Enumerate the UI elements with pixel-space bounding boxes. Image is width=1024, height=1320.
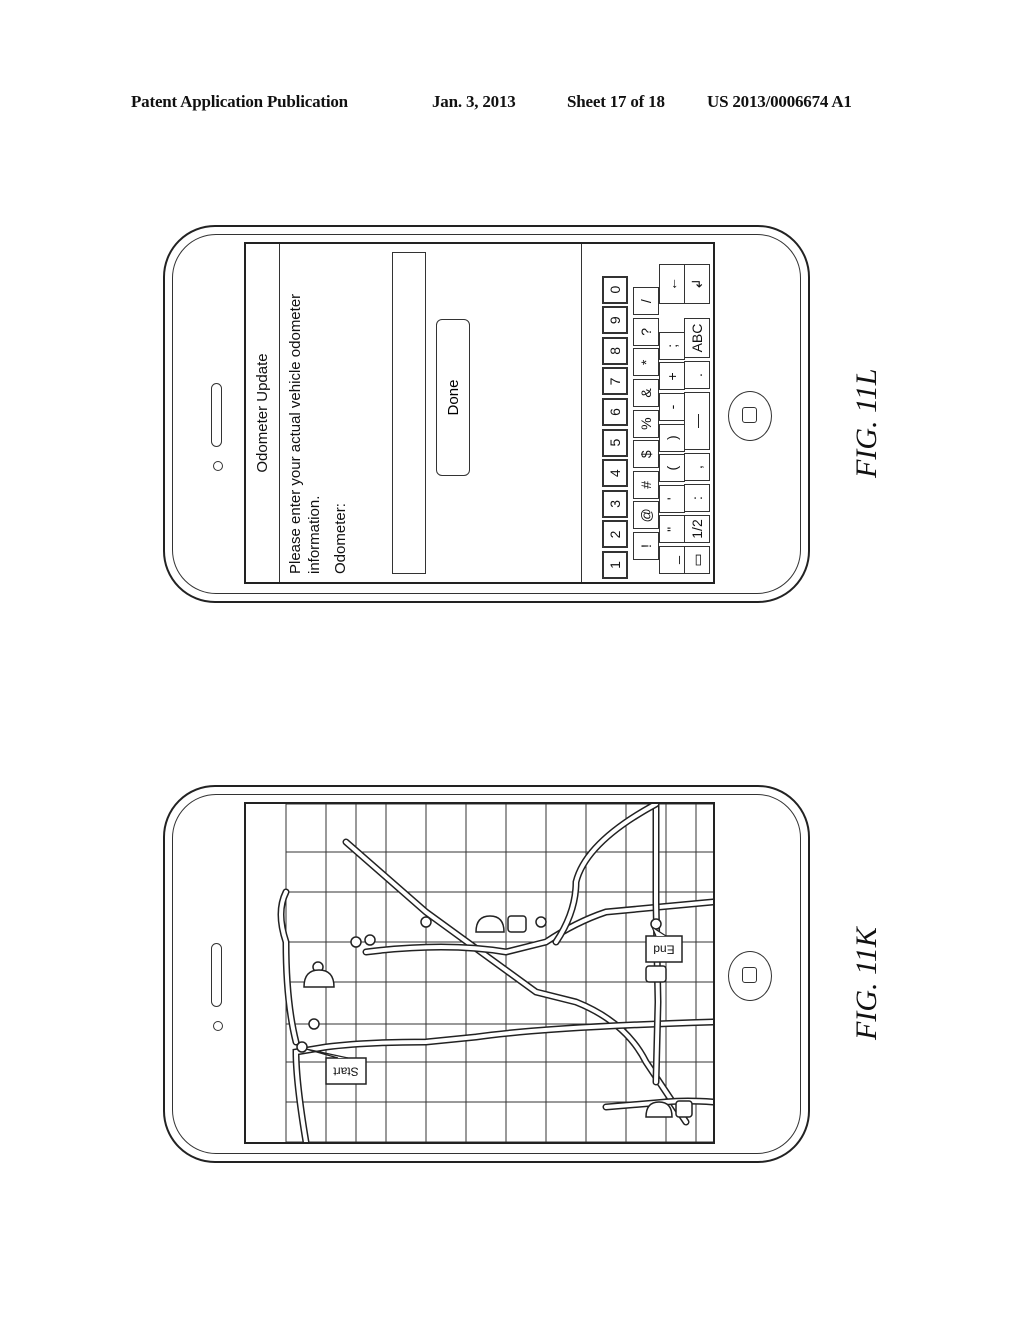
key[interactable]: ; [659,331,685,360]
space-icon: — [689,414,705,428]
route-waypoints [296,916,662,1053]
phone-screen: Odometer Update Please enter your actual… [244,242,715,584]
return-icon: ↲ [689,278,705,290]
instruction-text: Please enter your actual vehicle odomete… [287,293,323,574]
route-map[interactable]: Start End [246,804,713,1142]
key[interactable]: 2 [602,520,628,549]
key[interactable]: 1 [602,551,628,579]
waypoint-marker [535,916,547,928]
keyboard-hide-icon: ▭ [689,553,705,567]
figure-label-11k: FIG. 11K [850,927,883,1040]
key[interactable]: & [633,379,659,407]
key[interactable]: $ [633,440,659,469]
key-return[interactable]: ↲ [684,264,710,304]
key[interactable]: : [684,484,710,512]
key-space[interactable]: — [684,392,710,450]
key-backspace[interactable]: ← [659,264,685,304]
waypoint-marker [420,916,432,928]
keyboard-row-symbols: ! @ # $% & *? / [633,244,661,582]
key[interactable]: ) [659,423,685,452]
publication-date: Jan. 3, 2013 [432,92,516,111]
key[interactable]: ( [659,454,685,483]
key[interactable]: 4 [602,459,628,488]
camera-icon [213,1021,223,1031]
speaker-icon [211,383,222,447]
waypoint-marker [350,936,362,948]
key[interactable]: @ [633,501,659,530]
key[interactable]: ? [633,317,659,346]
key[interactable]: 0 [602,275,628,304]
us-route-shield-icon [507,915,527,933]
map-screen: Start End [246,804,713,1142]
us-route-shield-icon [645,965,667,983]
key[interactable]: ABC [684,318,710,358]
home-square-icon [742,407,757,423]
waypoint-marker [308,1018,320,1030]
interstate-shield-icon [303,969,335,988]
waypoint-marker [364,934,376,946]
key[interactable]: ! [633,532,659,560]
key[interactable]: % [633,409,659,438]
key[interactable]: 8 [602,336,628,365]
sheet-number: Sheet 17 of 18 [567,92,665,111]
home-button[interactable] [728,951,772,1001]
key[interactable]: 3 [602,489,628,518]
odometer-update-screen: Odometer Update Please enter your actual… [246,244,713,582]
home-square-icon [742,967,757,983]
patent-number: US 2013/0006674 A1 [707,92,852,111]
key[interactable]: # [633,470,659,499]
key[interactable]: _ [659,546,685,574]
keyboard-row-controls: ▭ 1/2:, —. ABC ↲ [684,244,712,582]
key-keyboard-hide[interactable]: ▭ [684,546,710,574]
us-route-shield-icon [675,1100,693,1118]
phone-fig-11l: Odometer Update Please enter your actual… [163,225,810,603]
key[interactable]: * [633,348,659,377]
key[interactable]: " [659,515,685,544]
key[interactable]: 6 [602,398,628,426]
phone-fig-11k: Start End [163,785,810,1163]
camera-icon [213,461,223,471]
key[interactable]: 9 [602,306,628,335]
end-label: End [653,942,675,957]
figure-label-11l: FIG. 11L [850,368,883,478]
done-button[interactable]: Done [436,319,470,476]
speaker-icon [211,943,222,1007]
phone-screen: Start End [244,802,715,1144]
home-button[interactable] [728,391,772,441]
numeric-keyboard: 1234567890 ! @ # $% & *? / _ " '() - +; ← ▭ 1/2:, —. A… [581,244,713,582]
interstate-shield-icon [645,1101,673,1118]
key[interactable]: , [684,453,710,481]
key[interactable]: - [659,393,685,421]
keyboard-row-digits: 1234567890 [602,244,630,582]
backspace-icon: ← [664,277,680,291]
start-label: Start [333,1064,359,1078]
odometer-label: Odometer: [332,503,349,574]
map-drawing [277,804,713,1142]
key[interactable]: 5 [602,428,628,457]
key[interactable]: . [684,361,710,389]
key[interactable]: ' [659,484,685,513]
interstate-shield-icon [475,915,505,933]
screen-title: Odometer Update [246,244,280,582]
key[interactable]: / [633,287,659,316]
keyboard-row-punct: _ " '() - +; ← [659,244,687,582]
highway-shields [303,915,693,1118]
key[interactable]: 7 [602,367,628,396]
waypoint-marker [296,1041,308,1053]
publication-type: Patent Application Publication [131,92,348,111]
key[interactable]: + [659,362,685,391]
odometer-input[interactable] [392,252,426,574]
key[interactable]: 1/2 [684,515,710,543]
